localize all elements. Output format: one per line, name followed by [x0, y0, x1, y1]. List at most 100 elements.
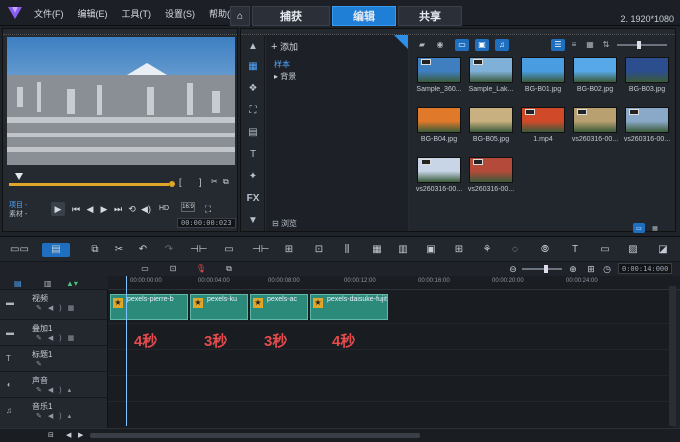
title-template-icon[interactable]: ▤ [245, 125, 261, 141]
browse-button[interactable]: ⊟ 浏览 [272, 218, 297, 229]
clip-mode[interactable]: 素材 - [9, 210, 27, 219]
scroll-right-icon[interactable]: ▶ [78, 431, 83, 439]
sort-icon[interactable]: ⇅ [599, 39, 613, 51]
video-clip[interactable]: ★ pexels-ac [250, 294, 308, 320]
subtitle-icon[interactable]: ▣ [424, 243, 438, 257]
instant-project-icon[interactable]: ❖ [245, 81, 261, 97]
hd-preview-button[interactable]: HD [157, 202, 171, 216]
media-thumbnail[interactable]: BG-B05.jpg [467, 107, 515, 143]
track-controls[interactable]: ✎◀)▴ [36, 412, 77, 420]
track-manager-icon[interactable]: ⧉ [222, 262, 236, 276]
track-manager-button[interactable]: ▤ [14, 279, 22, 288]
track-controls[interactable]: ✎◀)▴ [36, 386, 77, 394]
media-thumbnail[interactable]: BG-B01.jpg [519, 57, 567, 93]
trim-icon[interactable]: ⊣⊢ [252, 243, 269, 257]
preview-timecode[interactable]: 00:00:00:023 [177, 218, 236, 228]
tab-capture[interactable]: 捕获 [252, 6, 330, 26]
project-mode[interactable]: 项目 - [9, 201, 27, 210]
video-clip[interactable]: ★ pexels-pierre-b [110, 294, 188, 320]
show-image-icon[interactable]: ▣ [475, 39, 489, 51]
scroll-up-icon[interactable]: ▲ [245, 39, 261, 55]
menu-edit[interactable]: 编辑(E) [78, 7, 108, 20]
zoom-out-icon[interactable]: ⊖ [506, 262, 520, 276]
record-icon[interactable]: ◉ [433, 39, 447, 51]
track-header-overlay[interactable]: ▬ 叠加1 ✎◀)▦ [0, 320, 108, 346]
repeat-icon[interactable]: ⟲ [125, 202, 139, 216]
music-lane[interactable] [108, 402, 672, 428]
video-lane[interactable]: ★ pexels-pierre-b ★ pexels-ku ★ pexels-a… [108, 290, 672, 324]
split-clip-icon[interactable]: ✂ [211, 177, 218, 186]
transition-icon[interactable]: ⛶ [245, 103, 261, 119]
media-thumbnail[interactable]: Sample_360... [415, 57, 463, 93]
enable-ripple-icon[interactable]: ▲▾ [66, 279, 78, 288]
track-controls[interactable]: ✎◀)▦ [36, 304, 80, 312]
menu-tools[interactable]: 工具(T) [122, 7, 152, 20]
prev-frame-icon[interactable]: ◀ [83, 202, 97, 216]
media-thumbnail[interactable]: BG-B03.jpg [623, 57, 671, 93]
library-option-icon[interactable]: ▭ [633, 223, 645, 233]
add-chapter-icon[interactable]: ▥ [44, 279, 52, 288]
trim-out-marker[interactable] [169, 181, 175, 187]
tab-edit[interactable]: 编辑 [332, 6, 396, 26]
snapshot-icon[interactable]: ▭ [222, 243, 236, 257]
auto-music-icon[interactable]: ▦ [370, 243, 384, 257]
media-thumbnail[interactable]: vs260316-00... [623, 107, 671, 143]
tab-share[interactable]: 共享 [398, 6, 462, 26]
home-start-icon[interactable]: ⏮ [69, 202, 83, 216]
playhead[interactable] [126, 276, 127, 426]
panel-grip[interactable] [3, 29, 237, 35]
show-video-icon[interactable]: ▭ [455, 39, 469, 51]
effects-icon[interactable]: ▨ [626, 243, 640, 257]
mask-icon[interactable]: ◌ [508, 243, 522, 257]
timeline-ruler[interactable]: 00:00:00:00 00:00:04:00 00:00:08:00 00:0… [108, 276, 680, 290]
scrub-handle[interactable] [15, 173, 23, 180]
copy-clip-icon[interactable]: ⧉ [223, 177, 229, 187]
menu-settings[interactable]: 设置(S) [165, 7, 195, 20]
show-audio-icon[interactable]: ♫ [495, 39, 509, 51]
vertical-scrollbar[interactable] [669, 286, 676, 426]
track-header-title[interactable]: T 标题1 ✎ [0, 346, 108, 372]
media-thumbnail[interactable]: BG-B04.jpg [415, 107, 463, 143]
zoom-knob[interactable] [544, 265, 548, 273]
mark-out-icon[interactable]: ] [199, 177, 202, 187]
scroll-down-icon[interactable]: ▼ [245, 213, 261, 229]
slider-knob[interactable] [637, 41, 641, 49]
media-thumbnail[interactable]: 1.mp4 [519, 107, 567, 143]
more-icon[interactable]: ◪ [656, 243, 670, 257]
track-controls[interactable]: ✎◀)▦ [36, 334, 80, 342]
zoom-slider[interactable] [522, 265, 562, 273]
add-folder-button[interactable]: + 添加 [271, 40, 298, 53]
microphone-icon[interactable]: 🎙 [194, 262, 208, 276]
media-thumbnail[interactable]: BG-B02.jpg [571, 57, 619, 93]
filter-fx-icon[interactable]: FX [245, 191, 261, 207]
voice-lane[interactable] [108, 376, 672, 402]
media-icon[interactable]: ▦ [245, 59, 261, 75]
timeline-view-icon[interactable]: ▤ [42, 243, 70, 257]
next-frame-icon[interactable]: ▶ [97, 202, 111, 216]
track-header-video[interactable]: ▬ 视频 ✎◀)▦ [0, 290, 108, 320]
graphics-icon[interactable]: ✦ [245, 169, 261, 185]
aspect-ratio-icon[interactable]: 16:9 [181, 202, 195, 212]
audio-mixer-icon[interactable]: ⫼ [340, 243, 354, 257]
record-track-icon[interactable]: ▭ [138, 262, 152, 276]
video-clip[interactable]: ★ pexels-ku [190, 294, 248, 320]
copy-icon[interactable]: ⧉ [88, 243, 102, 257]
play-icon[interactable]: ▶ [51, 202, 65, 216]
thumbnail-size-slider[interactable] [617, 41, 667, 49]
track-header-music[interactable]: ♫ 音乐1 ✎◀)▴ [0, 398, 108, 424]
menu-file[interactable]: 文件(F) [34, 7, 64, 20]
scrubber[interactable]: [ ] ✂ ⧉ [9, 173, 231, 199]
video-clip[interactable]: ★ pexels-daisuke-fujita [310, 294, 388, 320]
details-view-icon[interactable]: ≡ [567, 39, 581, 51]
thumbnail-view-icon[interactable]: ▦ [583, 39, 597, 51]
folder-sample[interactable]: 样本 [274, 59, 290, 70]
track-header-voice[interactable]: ◖ 声音 ✎◀)▴ [0, 372, 108, 398]
media-thumbnail[interactable]: Sample_Lak... [467, 57, 515, 93]
track-zoom-icon[interactable]: ⊟ [48, 431, 54, 439]
undo-icon[interactable]: ↶ [136, 243, 150, 257]
project-duration[interactable]: 0:00:14:000 [618, 263, 673, 274]
folder-background[interactable]: ▸ 背景 [274, 71, 296, 82]
replace-mode-icon[interactable]: ⊡ [166, 262, 180, 276]
volume-icon[interactable]: ◀) [139, 202, 153, 216]
end-icon[interactable]: ⏭ [111, 202, 125, 216]
